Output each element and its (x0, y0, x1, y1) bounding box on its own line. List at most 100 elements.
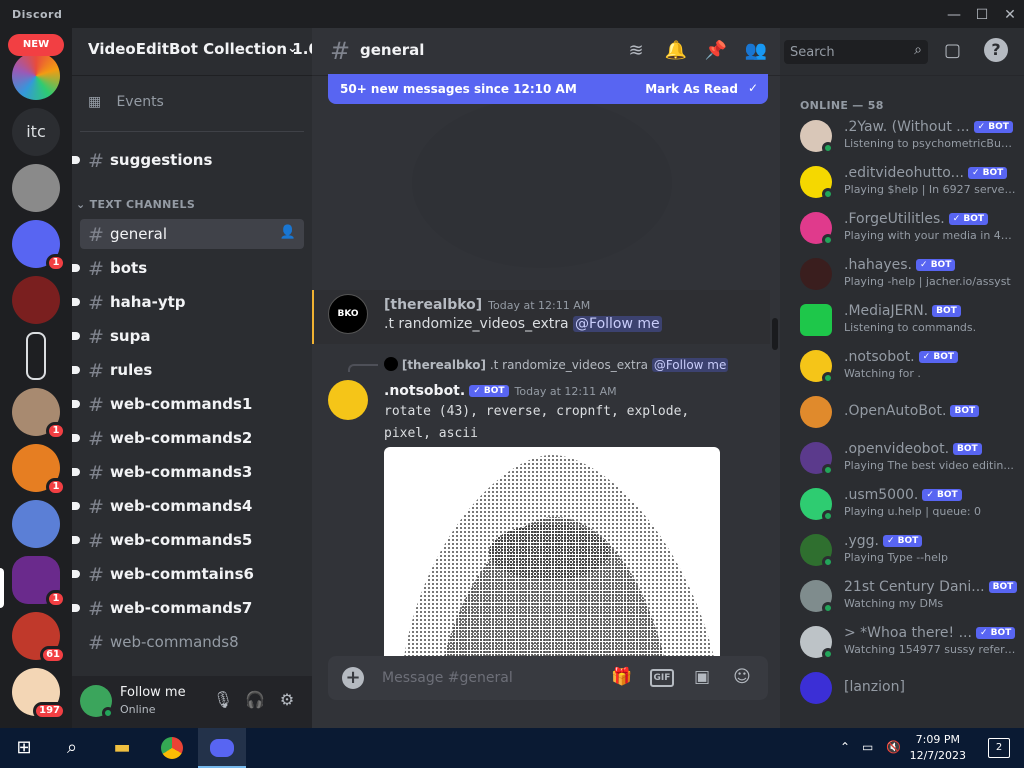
member-item[interactable]: .editvideohutto... ✓ BOT Playing $help | … (792, 162, 1016, 204)
avatar[interactable] (328, 380, 368, 420)
message-author[interactable]: .notsobot. (384, 383, 465, 399)
avatar (800, 304, 832, 336)
channel-web-commands2[interactable]: # web-commands2 (72, 423, 304, 453)
emoji-icon[interactable]: ☺ (730, 667, 754, 689)
user-mention[interactable]: @Follow me (573, 316, 662, 332)
member-item[interactable]: .2Yaw. (Without ... ✓ BOT Listening to ps… (792, 116, 1016, 158)
member-name: .usm5000. ✓ BOT (844, 487, 962, 503)
help-icon[interactable]: ? (984, 38, 1008, 62)
title-bar: Discord — ☐ ✕ (0, 0, 1024, 28)
server-icon-videoeditbot[interactable]: 1 (12, 556, 66, 608)
discord-taskbar-icon[interactable] (198, 728, 246, 768)
mark-as-read-button[interactable]: Mark As Read (645, 82, 738, 96)
server-icon-4[interactable]: 1 (12, 220, 66, 272)
member-activity: Playing Type --help (844, 551, 948, 564)
server-icon-3[interactable] (12, 164, 60, 212)
new-messages-bar[interactable]: 50+ new messages since 12:10 AM Mark As … (328, 74, 768, 104)
channel-web-commands5[interactable]: # web-commands5 (72, 525, 304, 555)
bot-tag: ✓ BOT (469, 385, 509, 397)
channel-watermark (412, 98, 672, 268)
minimize-button[interactable]: — (940, 4, 968, 26)
member-item[interactable]: .ForgeUtilitles. ✓ BOT Playing with your … (792, 208, 1016, 250)
channel-web-commands3[interactable]: # web-commands3 (72, 457, 304, 487)
inbox-icon[interactable]: ▢ (944, 40, 961, 61)
channel-web-commands7[interactable]: # web-commands7 (72, 593, 304, 623)
member-item[interactable]: .hahayes. ✓ BOT Playing -help | jacher.io… (792, 254, 1016, 296)
system-clock[interactable]: 7:09 PM 12/7/2023 (910, 732, 966, 764)
gift-icon[interactable]: 🎁 (610, 667, 634, 689)
plus-icon[interactable]: + (342, 667, 364, 689)
server-header[interactable]: VideoEditBot Collection 1.0 ⌄ (72, 28, 312, 76)
message-line: rotate (43), reverse, cropnft, explode, (384, 404, 690, 419)
channel-rules[interactable]: # rules (72, 355, 304, 385)
avatar[interactable]: BKO (328, 294, 368, 334)
member-name: .ygg. ✓ BOT (844, 533, 923, 549)
folder-icon[interactable]: ▬ (98, 728, 146, 768)
member-item[interactable]: .usm5000. ✓ BOT Playing u.help | queue: 0 (792, 484, 1016, 526)
server-icon-itc[interactable]: itc (12, 108, 60, 156)
channel-general[interactable]: # general 👤 (80, 219, 304, 249)
member-list-icon[interactable]: 👥 (744, 40, 768, 64)
hash-icon: # (88, 292, 104, 314)
member-item[interactable]: > *Whoa there! ... ✓ BOT Watching 154977 … (792, 622, 1016, 664)
maximize-button[interactable]: ☐ (968, 4, 996, 26)
search-input[interactable] (790, 43, 900, 61)
member-item[interactable]: .openvideobot. BOT Playing The best video… (792, 438, 1016, 480)
member-item[interactable]: .OpenAutoBot. BOT (792, 392, 1016, 434)
server-icon-1[interactable] (12, 52, 60, 100)
channel-web-commands1[interactable]: # web-commands1 (72, 389, 304, 419)
start-icon[interactable]: ⊞ (0, 728, 48, 768)
reply-preview[interactable]: [therealbko] .t randomize_videos_extra @… (384, 357, 729, 372)
member-item[interactable]: .notsobot. ✓ BOT Watching for . (792, 346, 1016, 388)
unread-dot (72, 298, 80, 306)
chrome-icon[interactable] (148, 728, 196, 768)
message-timestamp: Today at 12:11 AM (514, 385, 617, 398)
close-button[interactable]: ✕ (996, 4, 1024, 26)
add-member-icon[interactable]: 👤 (280, 225, 296, 240)
server-icon-7[interactable]: 1 (12, 388, 66, 440)
gear-icon[interactable]: ⚙ (276, 690, 298, 712)
server-icon-8[interactable]: 1 (12, 444, 66, 496)
server-icon-5[interactable] (12, 276, 60, 324)
member-item[interactable]: 21st Century Dani... BOT Watching my DMs (792, 576, 1018, 618)
server-icon-12[interactable]: 197 (12, 668, 66, 720)
headphones-icon[interactable]: 🎧 (244, 690, 266, 712)
bell-icon[interactable]: 🔔 (664, 40, 688, 64)
gif-button[interactable]: GIF (650, 669, 674, 687)
network-icon[interactable]: ▭ (862, 740, 873, 754)
channel-suggestions[interactable]: # suggestions (72, 145, 304, 175)
hash-icon: # (88, 564, 104, 586)
channel-web-commands4[interactable]: # web-commands4 (72, 491, 304, 521)
username[interactable]: Follow me (120, 685, 186, 700)
server-icon-11[interactable]: 61 (12, 612, 66, 664)
category-text-channels[interactable]: ⌄ TEXT CHANNELS (76, 198, 195, 211)
channel-haha-ytp[interactable]: # haha-ytp (72, 287, 304, 317)
server-icon-9[interactable] (12, 500, 60, 548)
search-icon[interactable]: ⌕ (48, 728, 96, 768)
bot-tag: ✓ BOT (973, 121, 1013, 133)
chevron-up-icon[interactable]: ⌃ (840, 740, 850, 754)
online-status-icon (822, 556, 834, 568)
pin-icon[interactable]: 📌 (704, 40, 728, 64)
events-item[interactable]: ▦ Events (80, 90, 304, 120)
ascii-image-attachment[interactable] (384, 447, 720, 657)
channel-web-commtains6[interactable]: # web-commtains6 (72, 559, 304, 589)
notification-center-icon[interactable]: 2 (988, 738, 1010, 758)
message-input[interactable] (382, 666, 602, 690)
search-box[interactable]: ⌕ (784, 40, 928, 64)
message-author[interactable]: [therealbko] (384, 297, 482, 313)
channel-supa[interactable]: # supa (72, 321, 304, 351)
channel-bots[interactable]: # bots (72, 253, 304, 283)
volume-muted-icon[interactable]: 🔇 (886, 740, 901, 754)
member-activity: Watching for . (844, 367, 921, 380)
threads-icon[interactable]: ≋ (624, 40, 648, 64)
member-item[interactable]: .MediaJERN. BOT Listening to commands. (792, 300, 1016, 342)
sticker-icon[interactable]: ▣ (690, 667, 714, 689)
member-item[interactable]: .ygg. ✓ BOT Playing Type --help (792, 530, 1016, 572)
scrollbar-thumb[interactable] (772, 318, 778, 350)
server-icon-6[interactable] (26, 332, 46, 380)
microphone-icon[interactable]: 🎙 (212, 690, 234, 712)
unread-badge: 197 (33, 702, 66, 720)
member-item[interactable]: [lanzion] (792, 668, 1016, 710)
channel-web-commands8[interactable]: # web-commands8 (80, 627, 304, 657)
